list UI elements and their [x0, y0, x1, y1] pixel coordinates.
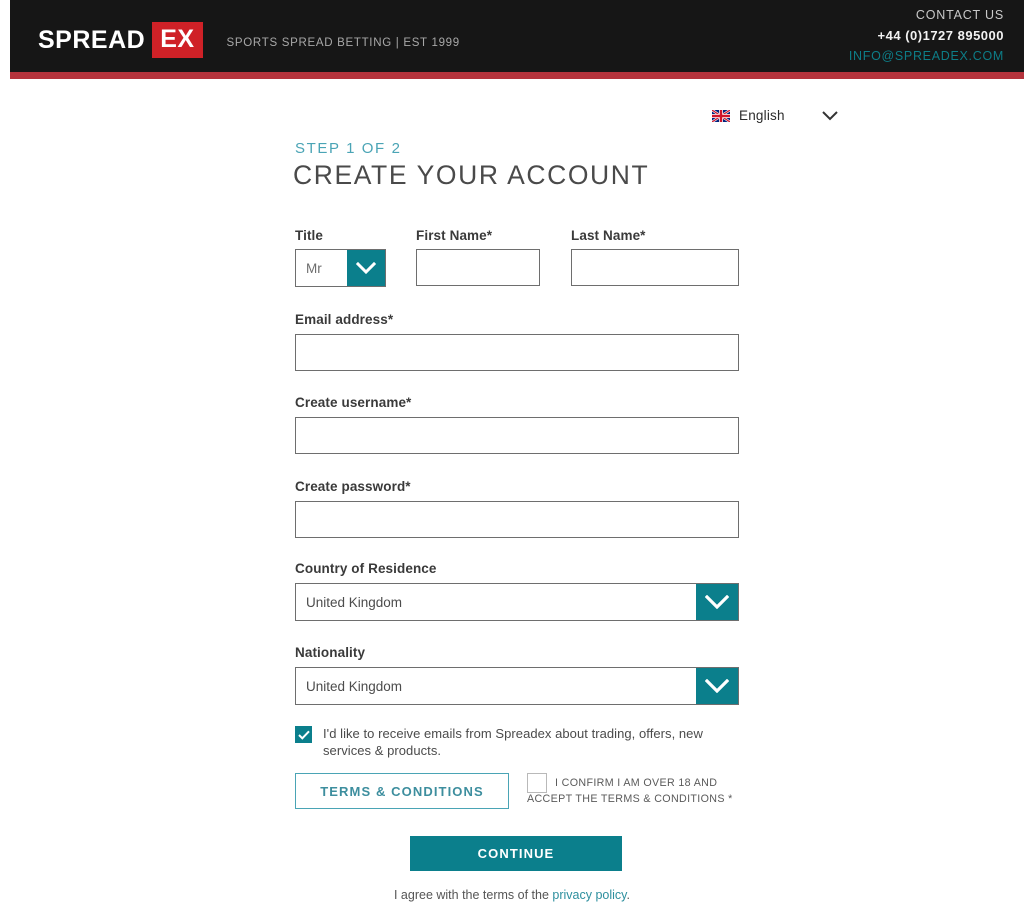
- email-field-block: Email address*: [295, 312, 739, 371]
- username-input[interactable]: [295, 417, 739, 454]
- marketing-checkbox[interactable]: [295, 726, 312, 743]
- username-field-block: Create username*: [295, 395, 739, 454]
- last-name-input[interactable]: [571, 249, 739, 286]
- nationality-select-arrow[interactable]: [696, 668, 738, 704]
- password-input[interactable]: [295, 501, 739, 538]
- country-select-arrow[interactable]: [696, 584, 738, 620]
- privacy-policy-line: I agree with the terms of the privacy po…: [0, 888, 1024, 902]
- title-select[interactable]: Mr: [295, 249, 386, 287]
- continue-button[interactable]: CONTINUE: [410, 836, 622, 871]
- nationality-select[interactable]: United Kingdom: [295, 667, 739, 705]
- label-nationality: Nationality: [295, 645, 366, 660]
- step-indicator: STEP 1 OF 2: [295, 140, 402, 157]
- confirm-age-label: I CONFIRM I AM OVER 18 AND ACCEPT THE TE…: [527, 777, 733, 805]
- country-select-value: United Kingdom: [306, 594, 403, 610]
- language-selector[interactable]: English: [712, 108, 838, 123]
- privacy-policy-link[interactable]: privacy policy: [552, 888, 626, 902]
- label-username: Create username*: [295, 395, 412, 410]
- password-field-block: Create password*: [295, 479, 739, 538]
- marketing-checkbox-label: I'd like to receive emails from Spreadex…: [323, 726, 703, 758]
- country-select[interactable]: United Kingdom: [295, 583, 739, 621]
- nationality-select-value: United Kingdom: [306, 678, 403, 694]
- nationality-field-block: Nationality United Kingdom: [295, 645, 739, 705]
- label-first-name: First Name*: [416, 228, 493, 243]
- label-email: Email address*: [295, 312, 394, 327]
- label-password: Create password*: [295, 479, 411, 494]
- chevron-down-icon[interactable]: [821, 110, 838, 121]
- privacy-suffix-text: .: [626, 888, 630, 902]
- contact-us-label: CONTACT US: [915, 8, 1004, 22]
- logo-text-ex: EX: [152, 22, 203, 58]
- contact-phone[interactable]: +44 (0)1727 895000: [849, 25, 1004, 46]
- site-tagline: SPORTS SPREAD BETTING | EST 1999: [226, 36, 460, 49]
- contact-email-link[interactable]: INFO@SPREADEX.COM: [849, 46, 1004, 66]
- country-field-block: Country of Residence United Kingdom: [295, 561, 739, 621]
- first-name-input[interactable]: [416, 249, 540, 286]
- label-last-name: Last Name*: [571, 228, 646, 243]
- check-icon: [297, 730, 310, 740]
- terms-and-conditions-button[interactable]: TERMS & CONDITIONS: [295, 773, 509, 809]
- privacy-prefix-text: I agree with the terms of the: [393, 888, 553, 902]
- label-country: Country of Residence: [295, 561, 437, 576]
- title-select-arrow[interactable]: [347, 250, 385, 286]
- logo-text-spread: SPREAD: [38, 25, 146, 54]
- uk-flag-icon: [712, 109, 730, 122]
- header-red-stripe: [10, 72, 1024, 79]
- contact-block: CONTACT US +44 (0)1727 895000 INFO@SPREA…: [849, 5, 1004, 66]
- language-label: English: [739, 108, 785, 123]
- chevron-down-icon: [705, 595, 729, 609]
- chevron-down-icon: [705, 679, 729, 693]
- site-header: SPREAD EX SPORTS SPREAD BETTING | EST 19…: [10, 0, 1024, 72]
- title-select-value: Mr: [306, 260, 322, 276]
- email-input[interactable]: [295, 334, 739, 371]
- page-title: CREATE YOUR ACCOUNT: [293, 160, 650, 190]
- marketing-optin-row[interactable]: I'd like to receive emails from Spreadex…: [295, 725, 725, 759]
- label-title: Title: [295, 228, 324, 243]
- spreadex-logo[interactable]: SPREAD EX SPORTS SPREAD BETTING | EST 19…: [38, 22, 460, 58]
- signup-page: SPREAD EX SPORTS SPREAD BETTING | EST 19…: [0, 0, 1024, 908]
- chevron-down-icon: [356, 262, 376, 274]
